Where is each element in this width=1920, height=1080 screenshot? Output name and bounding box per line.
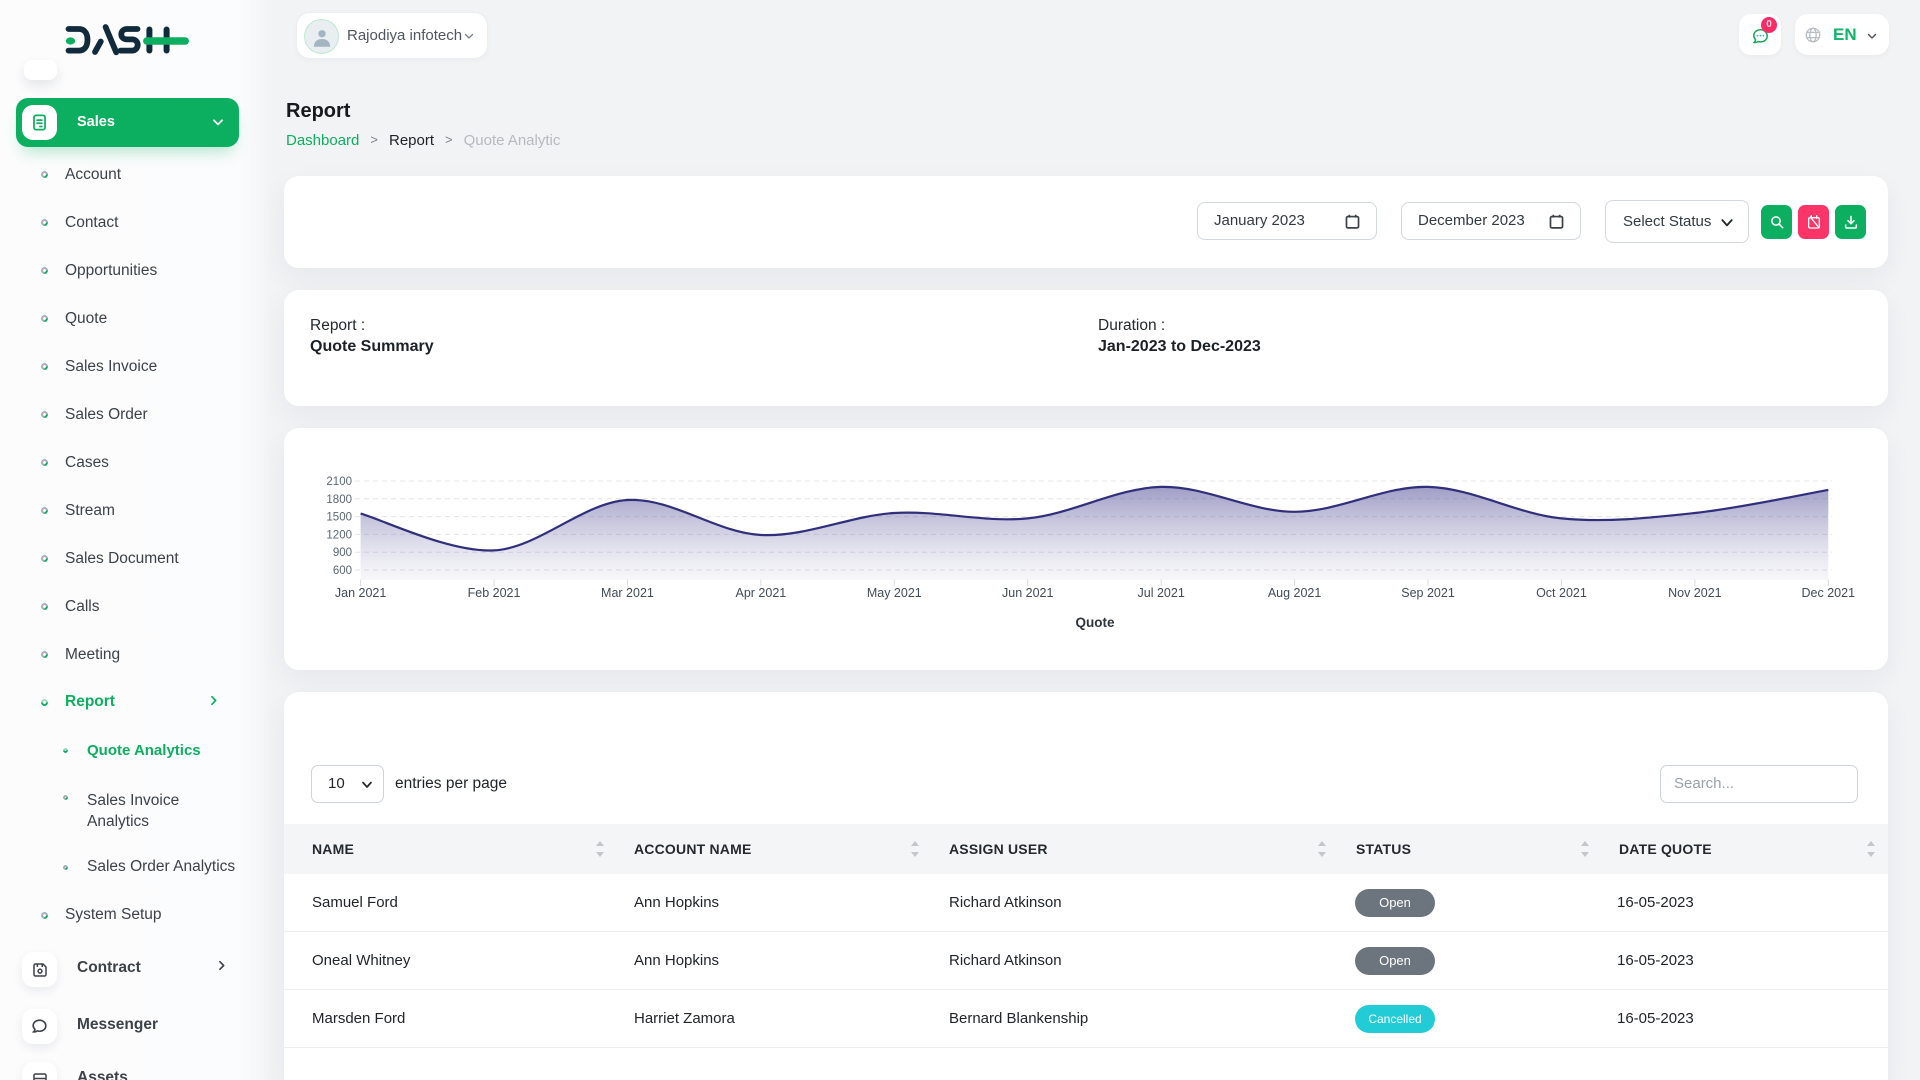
svg-text:1800: 1800: [326, 494, 352, 506]
svg-text:1200: 1200: [326, 529, 352, 541]
svg-text:Jul 2021: Jul 2021: [1138, 586, 1185, 600]
svg-text:Oct 2021: Oct 2021: [1536, 586, 1587, 600]
svg-text:Jun 2021: Jun 2021: [1002, 586, 1053, 600]
svg-text:Quote: Quote: [1076, 615, 1115, 630]
svg-text:Aug 2021: Aug 2021: [1268, 586, 1322, 600]
svg-text:2100: 2100: [326, 476, 352, 488]
svg-text:Jan 2021: Jan 2021: [335, 586, 386, 600]
svg-text:1500: 1500: [326, 512, 352, 524]
svg-text:Sep 2021: Sep 2021: [1401, 586, 1455, 600]
svg-text:600: 600: [333, 565, 352, 577]
svg-text:Feb 2021: Feb 2021: [468, 586, 521, 600]
svg-text:Dec 2021: Dec 2021: [1802, 586, 1856, 600]
svg-text:900: 900: [333, 547, 352, 559]
svg-text:Apr 2021: Apr 2021: [736, 586, 787, 600]
svg-text:Mar 2021: Mar 2021: [601, 586, 654, 600]
svg-text:Nov 2021: Nov 2021: [1668, 586, 1722, 600]
svg-text:May 2021: May 2021: [867, 586, 922, 600]
